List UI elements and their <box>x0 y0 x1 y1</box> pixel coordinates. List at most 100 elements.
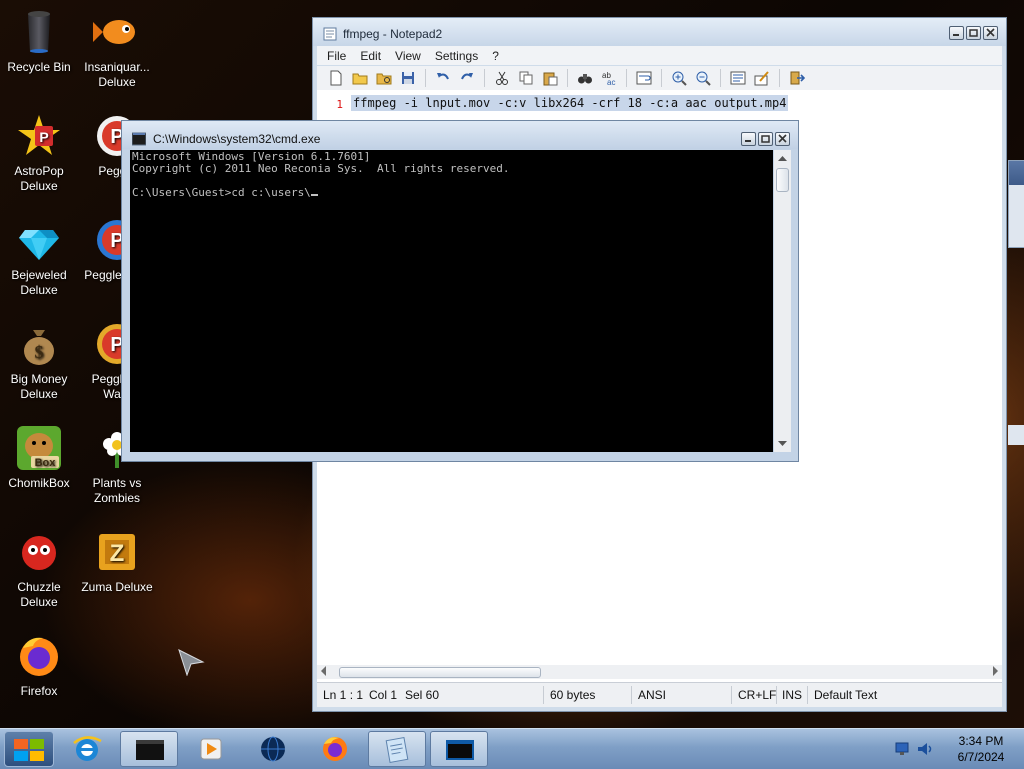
clock-time[interactable]: 3:34 PM <box>950 734 1012 748</box>
taskbar-notepad[interactable] <box>368 731 426 767</box>
desktop-icon-zuma[interactable]: Z Zuma Deluxe <box>78 528 156 595</box>
close-button[interactable] <box>775 132 790 146</box>
status-scheme[interactable]: Default Text <box>814 688 877 702</box>
system-tray: 3:34 PM 6/7/2024 <box>884 729 1024 769</box>
open-button[interactable] <box>349 68 371 88</box>
vertical-scrollbar[interactable] <box>774 150 791 452</box>
editor-line-selected[interactable]: ffmpeg -i lnput.mov -c:v libx264 -crf 18… <box>351 95 789 111</box>
desktop-icon-chomikbox[interactable]: Box ChomikBox <box>0 424 78 491</box>
desktop-icon-label: Chuzzle Deluxe <box>17 580 61 609</box>
offscreen-window-fragment[interactable] <box>1008 425 1024 445</box>
menu-help[interactable]: ? <box>492 49 499 63</box>
menu-view[interactable]: View <box>395 49 421 63</box>
browse-button[interactable] <box>373 68 395 88</box>
desktop-icon-firefox[interactable]: Firefox <box>0 632 78 699</box>
status-size: 60 bytes <box>550 688 596 702</box>
mouse-pointer-icon <box>178 649 205 676</box>
copy-button[interactable] <box>515 68 537 88</box>
desktop-icon-recycle-bin[interactable]: Recycle Bin <box>0 8 78 75</box>
desktop-icon-label: AstroPop Deluxe <box>14 164 64 193</box>
notepad-toolbar: ab ac <box>317 66 1002 90</box>
zoom-out-icon <box>696 71 711 86</box>
astropop-icon: P <box>15 112 63 160</box>
save-button[interactable] <box>397 68 419 88</box>
close-button[interactable] <box>983 26 998 40</box>
taskbar-terminal[interactable] <box>120 731 178 767</box>
scissors-icon <box>496 71 508 85</box>
scrollbar-thumb[interactable] <box>339 667 541 678</box>
notepad-title: ffmpeg - Notepad2 <box>343 27 443 41</box>
cmd-window[interactable]: C:\Windows\system32\cmd.exe Microsoft Wi… <box>121 120 799 462</box>
maximize-button[interactable] <box>758 132 773 146</box>
paste-icon <box>543 72 558 86</box>
zoom-out-button[interactable] <box>692 68 714 88</box>
horizontal-scrollbar[interactable] <box>317 665 1002 679</box>
status-insert-mode: INS <box>782 688 803 702</box>
chuzzle-icon <box>15 528 63 576</box>
offscreen-window[interactable] <box>1008 160 1024 248</box>
scroll-up-arrow-icon[interactable] <box>774 152 791 164</box>
desktop[interactable]: Recycle Bin P AstroPop Deluxe Bejeweled … <box>0 0 1024 728</box>
scroll-left-arrow-icon[interactable] <box>321 666 326 676</box>
pencil-icon <box>754 71 769 86</box>
wordwrap-button[interactable] <box>633 68 655 88</box>
volume-icon[interactable] <box>916 740 934 758</box>
scroll-down-arrow-icon[interactable] <box>774 438 791 450</box>
restore-button[interactable] <box>966 26 981 40</box>
status-column: Col 1 <box>369 688 398 702</box>
console-output[interactable]: Microsoft Windows [Version 6.1.7601] Copy… <box>130 150 773 452</box>
minimize-icon <box>745 140 751 142</box>
svg-text:P: P <box>39 129 48 145</box>
menu-file[interactable]: File <box>327 49 346 63</box>
start-button[interactable] <box>4 731 54 767</box>
desktop-icon-bejeweled[interactable]: Bejeweled Deluxe <box>0 216 78 298</box>
status-line-endings[interactable]: CR+LF <box>738 688 776 702</box>
desktop-icon-label: Bejeweled Deluxe <box>11 268 67 297</box>
console-line: Copyright (c) 2011 Neo Reconia Sys. All … <box>132 162 510 175</box>
cut-button[interactable] <box>491 68 513 88</box>
start-orb-icon <box>14 739 44 761</box>
taskbar-media-player[interactable] <box>182 731 240 767</box>
customize-scheme-button[interactable] <box>751 68 773 88</box>
replace-button[interactable]: ab ac <box>598 68 620 88</box>
goldfish-icon <box>93 8 141 56</box>
menu-edit[interactable]: Edit <box>360 49 381 63</box>
zoom-in-button[interactable] <box>668 68 690 88</box>
taskbar-firefox[interactable] <box>306 731 364 767</box>
desktop-icon-label: Zuma Deluxe <box>81 580 153 594</box>
undo-button[interactable] <box>432 68 454 88</box>
exit-button[interactable] <box>786 68 808 88</box>
minimize-button[interactable] <box>949 26 964 40</box>
network-icon[interactable] <box>894 740 912 758</box>
status-selection: Sel 60 <box>405 688 440 702</box>
redo-icon <box>461 73 473 80</box>
status-line-position: Ln 1 : 1 <box>323 688 364 702</box>
new-button[interactable] <box>325 68 347 88</box>
menu-settings[interactable]: Settings <box>435 49 478 63</box>
svg-text:Z: Z <box>110 540 125 567</box>
console-prompt: C:\Users\Guest>cd c:\users\ <box>132 186 311 199</box>
firefox-icon <box>15 632 63 680</box>
cmd-title: C:\Windows\system32\cmd.exe <box>153 132 321 146</box>
taskbar-globe[interactable] <box>244 731 302 767</box>
scroll-right-arrow-icon[interactable] <box>993 666 998 676</box>
paste-button[interactable] <box>539 68 561 88</box>
desktop-icon-chuzzle[interactable]: Chuzzle Deluxe <box>0 528 78 610</box>
cmd-titlebar[interactable]: C:\Windows\system32\cmd.exe <box>122 121 798 149</box>
console-prompt-line[interactable]: C:\Users\Guest>cd c:\users\ <box>132 187 510 199</box>
desktop-icon-astropop[interactable]: P AstroPop Deluxe <box>0 112 78 194</box>
desktop-icon-big-money[interactable]: $ Big Money Deluxe <box>0 320 78 402</box>
desktop-icon-label: Insaniquar... Deluxe <box>84 60 150 89</box>
taskbar-internet-explorer[interactable] <box>58 731 116 767</box>
scheme-button[interactable] <box>727 68 749 88</box>
minimize-button[interactable] <box>741 132 756 146</box>
redo-button[interactable] <box>456 68 478 88</box>
desktop-icon-insaniquarium[interactable]: Insaniquar... Deluxe <box>78 8 156 90</box>
find-button[interactable] <box>574 68 596 88</box>
scrollbar-thumb[interactable] <box>776 168 789 192</box>
notepad-titlebar[interactable]: ffmpeg - Notepad2 <box>313 18 1006 46</box>
clock-date[interactable]: 6/7/2024 <box>946 750 1016 764</box>
text-cursor <box>310 194 318 196</box>
taskbar-cmd[interactable] <box>430 731 488 767</box>
status-encoding[interactable]: ANSI <box>638 688 666 702</box>
